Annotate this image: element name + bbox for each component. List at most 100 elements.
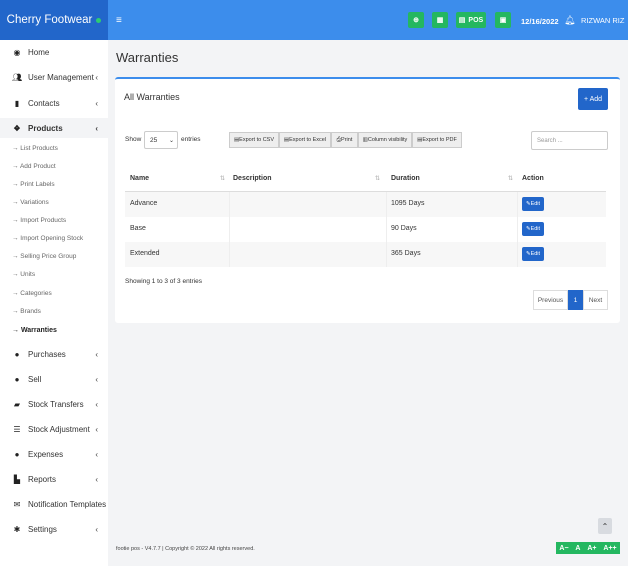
sidebar-sub-import-opening-stock[interactable]: → Import Opening Stock — [12, 235, 83, 242]
calculator-button[interactable]: ▦ — [432, 12, 448, 28]
cell-duration: 365 Days — [391, 250, 421, 257]
sidebar-sub-selling-price-group[interactable]: → Selling Price Group — [12, 253, 76, 260]
sidebar-item-sell[interactable]: ● Sell ‹ — [0, 369, 108, 389]
sidebar-item-purchases[interactable]: ● Purchases ‹ — [0, 344, 108, 364]
sidebar-item-label: Expenses — [28, 449, 64, 459]
page-title: Warranties — [116, 50, 179, 65]
sidebar-item-stock-adjustment[interactable]: ☰ Stock Adjustment ‹ — [0, 419, 108, 439]
table-header-row: Name ⇅ Description ⇅ Duration ⇅ Action — [125, 167, 606, 192]
envelope-icon: ✉ — [13, 499, 21, 509]
column-visibility-label: Column visibility — [367, 137, 408, 143]
cell-divider — [517, 242, 518, 267]
page-size-select[interactable]: 25 ⌄ — [144, 131, 178, 149]
sidebar-sub-categories[interactable]: → Categories — [12, 290, 52, 297]
sidebar-item-reports[interactable]: ▙ Reports ‹ — [0, 469, 108, 489]
font-decrease-button[interactable]: A− — [559, 545, 568, 552]
column-header-duration[interactable]: Duration — [391, 175, 420, 182]
print-button[interactable]: ⎙ Print — [331, 132, 358, 148]
export-csv-button[interactable]: ▤ Export to CSV — [229, 132, 279, 148]
pagination-page-1[interactable]: 1 — [568, 290, 583, 310]
chevron-left-icon: ‹ — [95, 374, 98, 384]
menu-toggle-icon[interactable]: ≡ — [116, 15, 122, 26]
top-navbar: ≡ ⊕ ▦ ▤ POS ▣ 12/16/2022 🔔︎ RIZWAN RIZ — [108, 0, 628, 40]
sidebar-item-settings[interactable]: ✱ Settings ‹ — [0, 519, 108, 539]
export-pdf-button[interactable]: ▤ Export to PDF — [412, 132, 462, 148]
print-label: Print — [341, 137, 353, 143]
sidebar-sub-variations[interactable]: → Variations — [12, 199, 49, 206]
pos-icon: ▤ — [458, 17, 466, 24]
sidebar-sub-import-products[interactable]: → Import Products — [12, 217, 66, 224]
column-header-description[interactable]: Description — [233, 175, 272, 182]
edit-label: Edit — [530, 201, 541, 207]
edit-button[interactable]: ✎ Edit — [522, 197, 544, 211]
export-excel-button[interactable]: ▤ Export to Excel — [279, 132, 331, 148]
font-reset-button[interactable]: A — [575, 545, 580, 552]
chevron-down-icon: ‹ — [95, 123, 98, 133]
edit-button[interactable]: ✎ Edit — [522, 247, 544, 261]
entries-label: entries — [181, 136, 201, 143]
sidebar-item-label: Products — [28, 123, 63, 133]
sidebar-item-label: Contacts — [28, 98, 60, 108]
cash-register-button[interactable]: ▣ — [495, 12, 511, 28]
footer-copyright: footie pos - V4.7.7 | Copyright © 2022 A… — [116, 546, 255, 552]
pagination-next[interactable]: Next — [583, 290, 608, 310]
cell-divider — [229, 192, 230, 217]
search-input[interactable]: Search ... — [531, 131, 608, 150]
table-row: Advance 1095 Days ✎ Edit — [125, 192, 606, 217]
sidebar-item-expenses[interactable]: ● Expenses ‹ — [0, 444, 108, 464]
sidebar-sub-units[interactable]: → Units — [12, 271, 35, 278]
font-increase-button[interactable]: A+ — [587, 545, 596, 552]
sidebar: ◉ Home 👥︎ User Management ‹ ▮ Contacts ‹… — [0, 40, 108, 566]
add-button[interactable]: ⊕ — [408, 12, 424, 28]
sidebar-sub-warranties[interactable]: → Warranties — [12, 327, 57, 334]
cell-divider — [229, 242, 230, 267]
sidebar-item-products[interactable]: ❖ Products ‹ — [0, 118, 108, 138]
chart-icon: ▙ — [13, 474, 21, 484]
chevron-down-icon: ⌄ — [168, 137, 174, 144]
sidebar-item-user-management[interactable]: 👥︎ User Management ‹ — [0, 67, 108, 87]
cubes-icon: ❖ — [13, 123, 21, 133]
sidebar-sub-brands[interactable]: → Brands — [12, 308, 41, 315]
column-header-name[interactable]: Name — [130, 175, 149, 182]
arrow-circle-up-icon: ● — [14, 374, 20, 384]
sort-icon[interactable]: ⇅ — [375, 175, 380, 182]
edit-button[interactable]: ✎ Edit — [522, 222, 544, 236]
brand-logo[interactable]: Cherry Footwear — [0, 0, 108, 40]
page-size-value: 25 — [150, 136, 158, 144]
sidebar-item-stock-transfers[interactable]: ▰ Stock Transfers ‹ — [0, 394, 108, 414]
bell-icon[interactable]: 🔔︎ — [564, 15, 575, 26]
sidebar-item-label: Home — [28, 47, 50, 57]
users-icon: 👥︎ — [12, 72, 23, 82]
pagination-previous[interactable]: Previous — [533, 290, 568, 310]
minus-circle-icon: ● — [14, 449, 20, 459]
chevron-left-icon: ‹ — [95, 524, 98, 534]
sidebar-sub-print-labels[interactable]: → Print Labels — [12, 181, 55, 188]
sidebar-item-contacts[interactable]: ▮ Contacts ‹ — [0, 93, 108, 113]
address-book-icon: ▮ — [14, 98, 20, 108]
current-date: 12/16/2022 — [521, 17, 559, 26]
cell-name: Extended — [130, 250, 160, 257]
sidebar-item-notification-templates[interactable]: ✉ Notification Templates — [0, 494, 108, 514]
sidebar-item-home[interactable]: ◉ Home — [0, 42, 108, 62]
column-visibility-button[interactable]: ▥ Column visibility — [358, 132, 412, 148]
cell-duration: 90 Days — [391, 225, 417, 232]
table-row: Base 90 Days ✎ Edit — [125, 217, 606, 242]
cog-icon: ✱ — [13, 524, 21, 534]
add-warranty-button[interactable]: + Add — [578, 88, 608, 110]
sidebar-sub-list-products[interactable]: → List Products — [12, 145, 58, 152]
cell-divider — [229, 217, 230, 242]
chevron-up-icon: ⌃ — [601, 521, 609, 531]
pos-button[interactable]: ▤ POS — [456, 12, 486, 28]
sidebar-sub-add-product[interactable]: → Add Product — [12, 163, 56, 170]
arrow-circle-down-icon: ● — [14, 349, 20, 359]
sort-icon[interactable]: ⇅ — [508, 175, 513, 182]
user-menu[interactable]: RIZWAN RIZ — [581, 16, 624, 25]
font-increase-more-button[interactable]: A++ — [603, 545, 616, 552]
cell-duration: 1095 Days — [391, 200, 425, 207]
scroll-to-top-button[interactable]: ⌃ — [598, 518, 612, 534]
table-info: Showing 1 to 3 of 3 entries — [125, 278, 202, 285]
column-header-action: Action — [522, 175, 544, 182]
cell-divider — [386, 217, 387, 242]
sort-icon[interactable]: ⇅ — [220, 175, 225, 182]
sidebar-item-label: Sell — [28, 374, 42, 384]
